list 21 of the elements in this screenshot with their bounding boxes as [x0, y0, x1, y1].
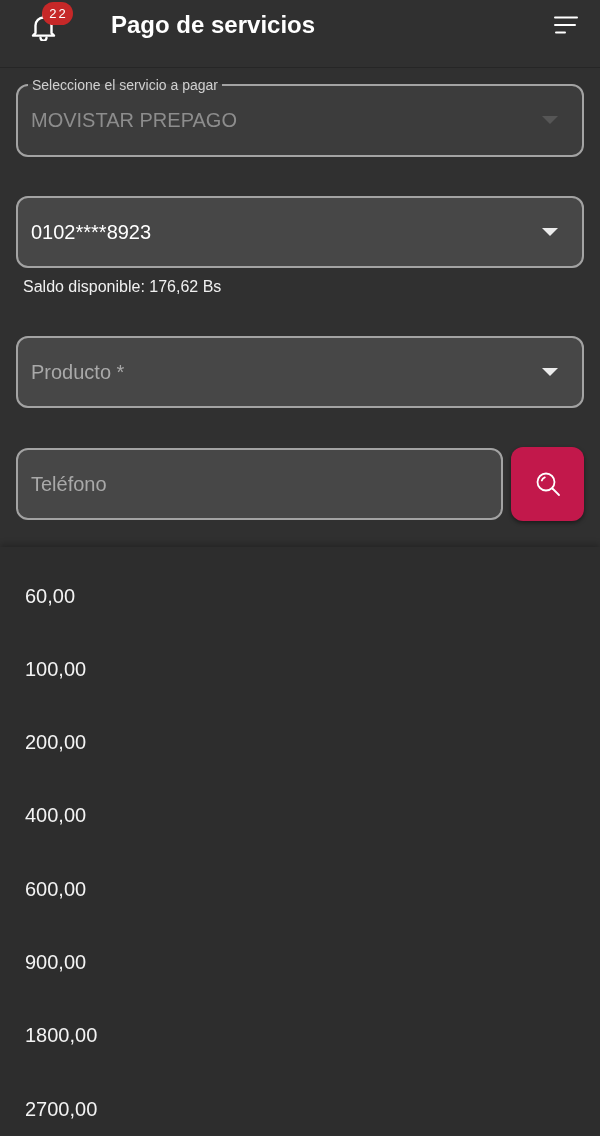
- dropdown-option[interactable]: 100,00: [0, 645, 600, 694]
- caret-icon: [542, 368, 558, 376]
- caret-icon: [542, 116, 558, 124]
- dropdown-option[interactable]: 200,00: [0, 718, 600, 767]
- dropdown-option[interactable]: 1800,00: [0, 1011, 600, 1060]
- dropdown-option[interactable]: 60,00: [0, 572, 600, 620]
- floating-label: Seleccione el servicio a pagar: [31, 77, 219, 93]
- search-icon: [534, 471, 561, 497]
- balance-text: Saldo disponible: 176,62 Bs: [23, 277, 223, 297]
- phone-input-field[interactable]: Teléfono: [16, 448, 503, 520]
- page-title: Pago de servicios: [111, 11, 316, 39]
- notification-badge: 22: [42, 2, 73, 25]
- dropdown-option[interactable]: 2700,00: [0, 1085, 600, 1134]
- dropdown-option[interactable]: 600,00: [0, 865, 600, 914]
- caret-icon: [542, 228, 558, 236]
- menu-icon[interactable]: [554, 16, 578, 34]
- dropdown-option[interactable]: 900,00: [0, 938, 600, 987]
- select-field[interactable]: 0102****8923: [16, 196, 584, 268]
- search-button[interactable]: [511, 447, 584, 521]
- select-field[interactable]: Producto *: [16, 336, 584, 408]
- dropdown-option[interactable]: 400,00: [0, 791, 600, 840]
